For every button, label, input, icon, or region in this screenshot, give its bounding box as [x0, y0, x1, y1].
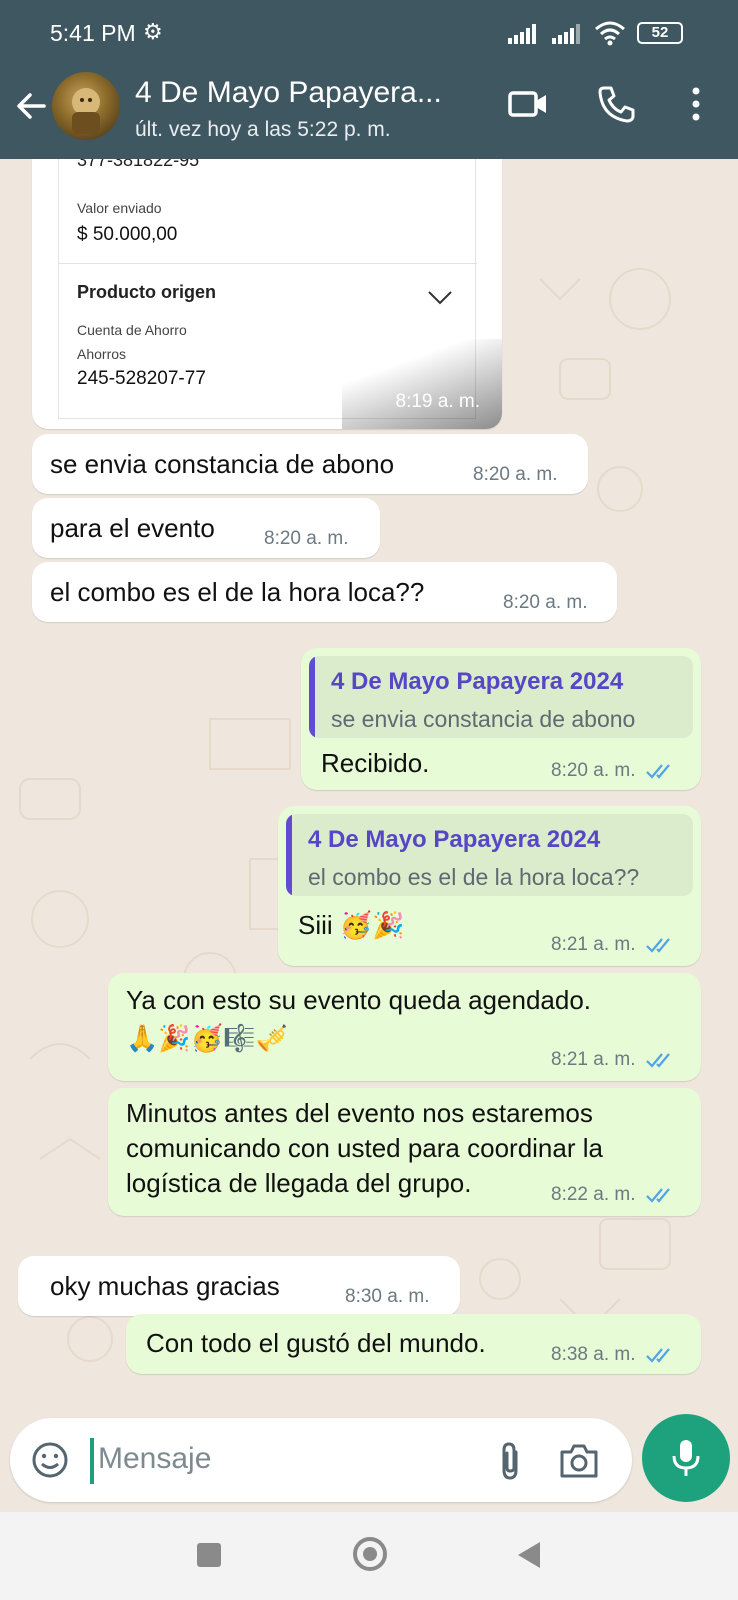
receipt-account-line: 377-381822-95: [77, 159, 200, 170]
video-call-icon[interactable]: [506, 82, 550, 126]
signal-icon-2: [552, 24, 580, 44]
attach-clip-icon[interactable]: [492, 1440, 528, 1482]
voice-call-icon[interactable]: [594, 82, 638, 126]
message-text: oky muchas gracias: [50, 1271, 280, 1301]
receipt-account-type-label: Cuenta de Ahorro: [77, 322, 187, 338]
message-text-line: logística de llegada del grupo.: [126, 1168, 472, 1198]
wifi-icon: [595, 21, 625, 46]
microphone-icon: [672, 1440, 700, 1476]
message-time: 8:21 a. m.: [551, 934, 636, 955]
recents-button[interactable]: [197, 1543, 221, 1567]
chat-header: 4 De Mayo Papayera... últ. vez hoy a las…: [0, 62, 738, 159]
incoming-message[interactable]: para el evento 8:20 a. m.: [32, 498, 380, 558]
message-input[interactable]: Mensaje: [98, 1442, 211, 1476]
quote-text: se envia constancia de abono: [331, 706, 636, 732]
message-status: 8:22 a. m.: [551, 1184, 677, 1206]
status-time: 5:41 PM: [50, 20, 136, 46]
receipt-amount-value: $ 50.000,00: [77, 224, 178, 245]
more-options-icon[interactable]: [676, 82, 720, 126]
back-arrow-icon[interactable]: [14, 88, 50, 124]
camera-icon[interactable]: [558, 1442, 600, 1480]
message-status: 8:20 a. m.: [551, 760, 677, 782]
contact-avatar[interactable]: [52, 72, 120, 140]
message-composer[interactable]: Mensaje: [10, 1418, 632, 1502]
status-bar: 5:41 PM ⚙ 52: [0, 0, 738, 62]
message-status: 8:21 a. m.: [551, 1049, 677, 1071]
message-text: Ya con esto su evento queda agendado.: [126, 985, 592, 1015]
quoted-message[interactable]: 4 De Mayo Papayera 2024 se envia constan…: [309, 656, 693, 738]
outgoing-message[interactable]: Ya con esto su evento queda agendado. 🙏🎉…: [108, 973, 701, 1081]
read-ticks-icon: [646, 1348, 670, 1363]
last-seen: últ. vez hoy a las 5:22 p. m.: [135, 118, 391, 141]
chat-area[interactable]: 377-381822-95 Valor enviado $ 50.000,00 …: [0, 159, 738, 1419]
back-button[interactable]: [518, 1542, 540, 1568]
receipt-image-message[interactable]: 377-381822-95 Valor enviado $ 50.000,00 …: [32, 159, 502, 429]
receipt-account-type: Ahorros: [77, 346, 127, 362]
quote-author: 4 De Mayo Papayera 2024: [331, 668, 624, 695]
contact-name[interactable]: 4 De Mayo Papayera...: [135, 76, 442, 110]
text-caret: [90, 1438, 94, 1484]
read-ticks-icon: [646, 1188, 670, 1203]
message-time: 8:19 a. m.: [395, 391, 481, 412]
outgoing-message[interactable]: Minutos antes del evento nos estaremos c…: [108, 1088, 701, 1216]
signal-icon: [508, 24, 536, 44]
message-time: 8:38 a. m.: [551, 1344, 636, 1365]
settings-gear-icon: ⚙: [143, 19, 163, 44]
quoted-message[interactable]: 4 De Mayo Papayera 2024 el combo es el d…: [286, 814, 693, 896]
chevron-down-icon: [428, 291, 452, 305]
quote-bar: [286, 814, 292, 896]
message-text: Con todo el gustó del mundo.: [146, 1328, 486, 1358]
incoming-message[interactable]: se envia constancia de abono 8:20 a. m.: [32, 434, 588, 494]
quote-bar: [309, 656, 315, 738]
receipt-account-number: 245-528207-77: [77, 368, 206, 389]
outgoing-message[interactable]: 4 De Mayo Papayera 2024 se envia constan…: [301, 648, 701, 790]
home-button[interactable]: [353, 1537, 387, 1571]
message-time: 8:22 a. m.: [551, 1184, 636, 1205]
message-time: 8:20 a. m.: [264, 528, 349, 549]
message-emoji-line: 🙏🎉🥳🎼🎺: [126, 1023, 288, 1053]
receipt-product-title: Producto origen: [77, 282, 216, 302]
voice-record-button[interactable]: [642, 1414, 730, 1502]
battery-icon: 52: [637, 22, 683, 44]
quote-author: 4 De Mayo Papayera 2024: [308, 826, 601, 853]
read-ticks-icon: [646, 764, 670, 779]
receipt-amount-label: Valor enviado: [77, 200, 162, 216]
message-text: se envia constancia de abono: [50, 449, 395, 479]
timestamp-shade: [342, 339, 502, 429]
receipt-divider: [59, 263, 477, 264]
message-text-line: comunicando con usted para coordinar la: [126, 1133, 603, 1163]
message-text: el combo es el de la hora loca??: [50, 577, 425, 607]
message-text: para el evento: [50, 513, 215, 543]
message-time: 8:20 a. m.: [503, 592, 588, 613]
message-time: 8:20 a. m.: [551, 760, 636, 781]
message-text-line: Minutos antes del evento nos estaremos: [126, 1098, 593, 1128]
quote-text: el combo es el de la hora loca??: [308, 864, 640, 890]
system-nav-bar: [0, 1512, 738, 1600]
message-status: 8:38 a. m.: [551, 1344, 677, 1366]
outgoing-message[interactable]: 4 De Mayo Papayera 2024 el combo es el d…: [278, 806, 701, 966]
message-time: 8:20 a. m.: [473, 464, 558, 485]
outgoing-message[interactable]: Con todo el gustó del mundo. 8:38 a. m.: [126, 1314, 701, 1374]
message-text: Siii 🥳🎉: [298, 910, 405, 940]
incoming-message[interactable]: el combo es el de la hora loca?? 8:20 a.…: [32, 562, 617, 622]
read-ticks-icon: [646, 938, 670, 953]
message-status: 8:21 a. m.: [551, 934, 677, 956]
message-text: Recibido.: [321, 748, 430, 778]
message-time: 8:30 a. m.: [345, 1286, 430, 1307]
message-time: 8:21 a. m.: [551, 1049, 636, 1070]
emoji-icon[interactable]: [30, 1440, 70, 1480]
incoming-message[interactable]: oky muchas gracias 8:30 a. m.: [18, 1256, 460, 1316]
read-ticks-icon: [646, 1053, 670, 1068]
